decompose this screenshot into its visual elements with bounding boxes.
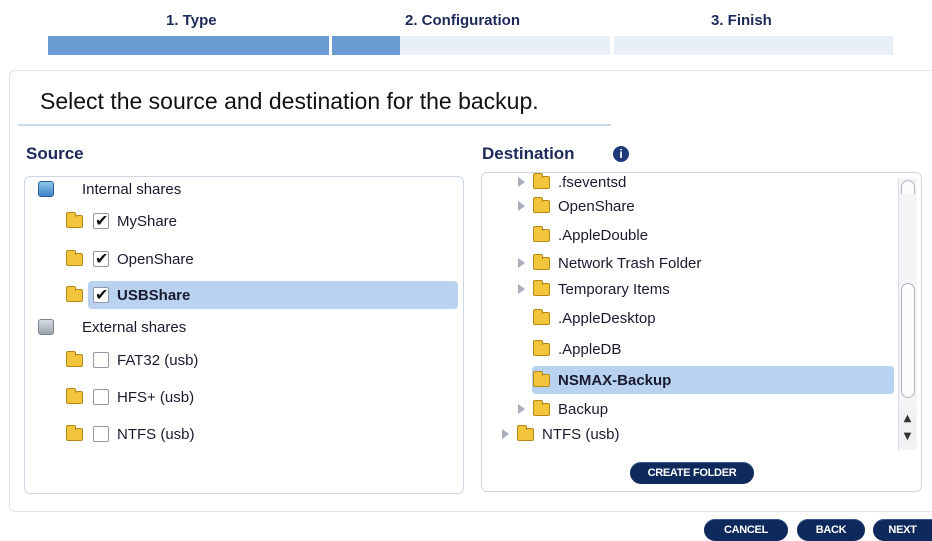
- folder-icon: [66, 424, 83, 441]
- folder-icon: [66, 285, 83, 302]
- destination-item-label: OpenShare: [558, 197, 635, 215]
- next-button[interactable]: NEXT: [873, 519, 932, 541]
- destination-item-label: Backup: [558, 400, 609, 418]
- source-title: Source: [26, 144, 84, 163]
- scroll-down-arrow-icon[interactable]: ▼: [899, 428, 916, 446]
- usbshare-checkbox[interactable]: [93, 285, 109, 304]
- folder-icon: [533, 279, 550, 296]
- progress-segment-type: [48, 36, 329, 55]
- info-icon[interactable]: i: [613, 146, 629, 162]
- folder-icon: [533, 172, 550, 189]
- source-item-fat32[interactable]: FAT32 (usb): [66, 346, 198, 374]
- destination-item-label: NSMAX-Backup: [558, 371, 672, 389]
- folder-icon: [533, 225, 550, 242]
- fat32-checkbox[interactable]: [93, 352, 109, 368]
- destination-item-backup[interactable]: Backup: [518, 395, 608, 423]
- step-configuration-label: 2. Configuration: [405, 12, 520, 29]
- source-item-ntfs[interactable]: NTFS (usb): [66, 420, 195, 448]
- source-item-openshare[interactable]: OpenShare: [66, 245, 194, 273]
- cancel-button[interactable]: CANCEL: [704, 519, 788, 541]
- progress-segment-configuration-done: [332, 36, 400, 55]
- create-folder-button[interactable]: CREATE FOLDER: [630, 462, 754, 484]
- folder-icon: [66, 350, 83, 367]
- progress-segment-configuration-remaining: [400, 36, 610, 55]
- destination-item-label: .fseventsd: [558, 173, 627, 191]
- source-group-external[interactable]: External shares: [38, 313, 186, 341]
- folder-icon: [66, 249, 83, 266]
- folder-icon: [66, 211, 83, 228]
- destination-item-label: NTFS (usb): [542, 425, 620, 443]
- destination-item-label: Network Trash Folder: [558, 254, 702, 272]
- destination-item-label: .AppleDB: [558, 340, 622, 358]
- progress-segment-finish: [614, 36, 893, 55]
- expand-arrow-icon[interactable]: [518, 177, 525, 187]
- scrollbar-track-cap: [901, 180, 915, 194]
- source-group-label: External shares: [82, 318, 187, 336]
- source-item-label: FAT32 (usb): [117, 351, 199, 369]
- ntfs-checkbox[interactable]: [93, 426, 109, 442]
- source-item-label: HFS+ (usb): [117, 388, 195, 406]
- destination-item-appledouble[interactable]: .AppleDouble: [518, 221, 648, 249]
- source-item-label: NTFS (usb): [117, 425, 195, 443]
- step-type-label: 1. Type: [166, 12, 217, 29]
- page-title: Select the source and destination for th…: [40, 88, 539, 114]
- source-group-internal[interactable]: Internal shares: [38, 175, 181, 203]
- source-group-label: Internal shares: [82, 180, 182, 198]
- folder-icon: [66, 387, 83, 404]
- folder-icon: [533, 399, 550, 416]
- hfs-checkbox[interactable]: [93, 389, 109, 405]
- folder-icon: [517, 424, 534, 441]
- folder-icon: [533, 308, 550, 325]
- openshare-checkbox[interactable]: [93, 249, 109, 268]
- scroll-up-arrow-icon[interactable]: ▲: [899, 410, 916, 428]
- folder-icon: [533, 253, 550, 270]
- step-finish-label: 3. Finish: [711, 12, 772, 29]
- destination-title: Destination: [482, 144, 575, 163]
- title-divider: [18, 124, 611, 126]
- destination-item-network-trash[interactable]: Network Trash Folder: [518, 249, 701, 277]
- expand-arrow-icon[interactable]: [518, 404, 525, 414]
- source-item-hfs[interactable]: HFS+ (usb): [66, 383, 194, 411]
- external-drive-icon: [38, 319, 54, 335]
- destination-item-appledesktop[interactable]: .AppleDesktop: [518, 304, 656, 332]
- myshare-checkbox[interactable]: [93, 211, 109, 230]
- expand-arrow-icon[interactable]: [518, 258, 525, 268]
- expand-arrow-icon[interactable]: [518, 201, 525, 211]
- internal-drive-icon: [38, 181, 54, 197]
- wizard-steps: 1. Type 2. Configuration 3. Finish: [0, 0, 932, 60]
- expand-arrow-icon[interactable]: [518, 284, 525, 294]
- destination-item-label: .AppleDesktop: [558, 309, 656, 327]
- source-item-myshare[interactable]: MyShare: [66, 207, 177, 235]
- scrollbar-thumb[interactable]: [901, 283, 915, 398]
- folder-icon: [533, 370, 550, 387]
- folder-icon: [533, 339, 550, 356]
- folder-icon: [533, 196, 550, 213]
- source-item-usbshare[interactable]: USBShare: [66, 281, 190, 309]
- source-item-label: MyShare: [117, 212, 178, 230]
- expand-arrow-icon[interactable]: [502, 429, 509, 439]
- destination-item-appledb[interactable]: .AppleDB: [518, 335, 621, 363]
- destination-item-ntfs[interactable]: NTFS (usb): [502, 420, 620, 448]
- destination-item-label: .AppleDouble: [558, 226, 649, 244]
- destination-item-temporary-items[interactable]: Temporary Items: [518, 275, 670, 303]
- destination-item-label: Temporary Items: [558, 280, 670, 298]
- destination-item-openshare[interactable]: OpenShare: [518, 192, 635, 220]
- source-item-label: OpenShare: [117, 250, 194, 268]
- destination-item-nsmax-backup[interactable]: NSMAX-Backup: [518, 366, 671, 394]
- back-button[interactable]: BACK: [797, 519, 865, 541]
- source-item-label: USBShare: [117, 286, 191, 304]
